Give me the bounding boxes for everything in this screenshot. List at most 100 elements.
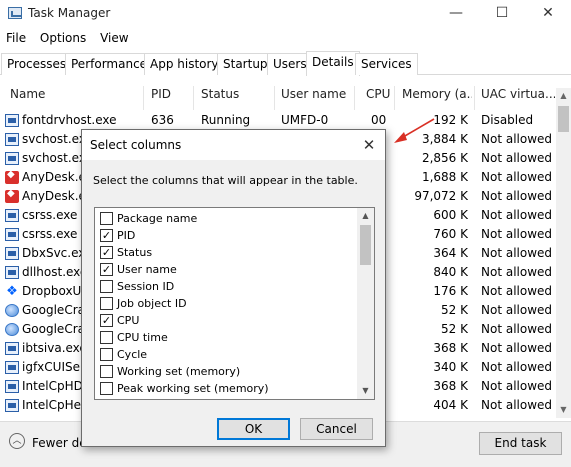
- column-header-user-name[interactable]: User name: [281, 87, 351, 109]
- dialog-close-icon[interactable]: ✕: [358, 135, 380, 155]
- anydesk-icon: [5, 188, 19, 203]
- ok-button[interactable]: OK: [217, 418, 290, 440]
- checkbox[interactable]: [100, 297, 113, 310]
- checkbox[interactable]: [100, 331, 113, 344]
- google-crash-icon: [5, 323, 19, 336]
- column-option-label: Package name: [117, 212, 198, 225]
- columns-listbox: Package name ✓ PID ✓ Status ✓ User name Session…: [94, 207, 375, 400]
- column-divider[interactable]: [143, 86, 144, 110]
- cell-uac: Not allowed: [481, 303, 553, 317]
- checkbox[interactable]: ✓: [100, 263, 113, 276]
- listbox-scroll-down-icon[interactable]: ▼: [357, 383, 374, 399]
- select-columns-dialog: Select columns ✕ Select the columns that…: [81, 129, 386, 447]
- cell-uac: Not allowed: [481, 379, 553, 393]
- cell-name: DbxSvc.exe: [22, 246, 82, 260]
- checkbox[interactable]: [100, 280, 113, 293]
- column-divider[interactable]: [354, 86, 355, 110]
- column-option-label: Job object ID: [117, 297, 187, 310]
- window-title: Task Manager: [28, 6, 111, 20]
- dialog-description: Select the columns that will appear in t…: [93, 174, 358, 187]
- column-header-name[interactable]: Name: [10, 87, 140, 109]
- end-task-button[interactable]: End task: [479, 432, 562, 455]
- table-scrollbar[interactable]: ▲ ▼: [556, 88, 571, 418]
- column-option[interactable]: Cycle: [95, 346, 357, 363]
- cell-uac: Not allowed: [481, 246, 553, 260]
- maximize-button[interactable]: ☐: [479, 0, 525, 28]
- title-bar: Task Manager — ☐ ✕: [0, 0, 571, 28]
- cell-name: svchost.exe: [22, 132, 82, 146]
- column-option[interactable]: ✓ User name: [95, 261, 357, 278]
- checkbox[interactable]: [100, 212, 113, 225]
- checkbox[interactable]: [100, 382, 113, 395]
- process-icon: [5, 342, 19, 355]
- column-divider[interactable]: [274, 86, 275, 110]
- column-option-label: Cycle: [117, 348, 148, 361]
- table-row[interactable]: fontdrvhost.exe 636 Running UMFD-0 00 192 K Di…: [0, 111, 556, 130]
- column-header-memory[interactable]: Memory (a...: [402, 87, 472, 109]
- column-option[interactable]: CPU time: [95, 329, 357, 346]
- column-option[interactable]: ✓ PID: [95, 227, 357, 244]
- cell-memory: 52 K: [441, 322, 468, 336]
- process-icon: [5, 133, 19, 146]
- column-option[interactable]: Session ID: [95, 278, 357, 295]
- cell-memory: 404 K: [433, 398, 468, 412]
- column-option[interactable]: Package name: [95, 210, 357, 227]
- minimize-button[interactable]: —: [433, 0, 479, 28]
- listbox-scrollbar[interactable]: ▲ ▼: [357, 208, 374, 399]
- checkbox[interactable]: ✓: [100, 246, 113, 259]
- tab-app-history[interactable]: App history: [144, 53, 225, 75]
- tab-startup[interactable]: Startup: [217, 53, 274, 75]
- cell-memory: 176 K: [433, 284, 468, 298]
- column-option[interactable]: ✓ CPU: [95, 312, 357, 329]
- cancel-button[interactable]: Cancel: [300, 418, 373, 440]
- cell-memory: 368 K: [433, 379, 468, 393]
- dropbox-icon: ❖: [6, 284, 18, 299]
- column-option[interactable]: Working set (memory): [95, 363, 357, 380]
- close-window-button[interactable]: ✕: [525, 0, 571, 28]
- cell-memory: 760 K: [433, 227, 468, 241]
- column-option[interactable]: Peak working set (memory): [95, 380, 357, 397]
- column-option[interactable]: Job object ID: [95, 295, 357, 312]
- cell-name: csrss.exe: [22, 208, 78, 222]
- column-option-label: Session ID: [117, 280, 175, 293]
- cell-name: DropboxUp: [22, 284, 82, 298]
- column-header-cpu[interactable]: CPU: [366, 87, 391, 109]
- column-option[interactable]: ✓ Status: [95, 244, 357, 261]
- column-header-status[interactable]: Status: [201, 87, 271, 109]
- menu-options[interactable]: Options: [34, 29, 86, 45]
- dialog-title-bar: Select columns ✕: [82, 130, 385, 160]
- cell-pid: 636: [151, 113, 174, 127]
- tab-services[interactable]: Services: [355, 53, 418, 75]
- scroll-thumb[interactable]: [558, 106, 569, 132]
- cell-name: dllhost.exe: [22, 265, 82, 279]
- checkbox[interactable]: ✓: [100, 229, 113, 242]
- scroll-down-icon[interactable]: ▼: [556, 402, 571, 418]
- menu-view[interactable]: View: [94, 29, 128, 45]
- column-divider[interactable]: [193, 86, 194, 110]
- tab-processes[interactable]: Processes: [1, 53, 73, 75]
- cell-uac: Disabled: [481, 113, 534, 127]
- checkbox[interactable]: [100, 365, 113, 378]
- cell-memory: 600 K: [433, 208, 468, 222]
- process-icon: [5, 399, 19, 412]
- checkbox[interactable]: [100, 348, 113, 361]
- cell-uac: Not allowed: [481, 322, 553, 336]
- listbox-scroll-thumb[interactable]: [360, 225, 371, 265]
- column-divider[interactable]: [474, 86, 475, 110]
- column-divider[interactable]: [394, 86, 395, 110]
- cell-name: csrss.exe: [22, 227, 78, 241]
- column-option-label: User name: [117, 263, 177, 276]
- process-icon: [5, 228, 19, 241]
- column-header-uac[interactable]: UAC virtua...: [481, 87, 555, 109]
- column-option-label: Status: [117, 246, 153, 259]
- tab-performance[interactable]: Performance: [65, 53, 154, 75]
- column-header-pid[interactable]: PID: [151, 87, 191, 109]
- menu-file[interactable]: File: [0, 29, 26, 45]
- column-option-label: Working set (memory): [117, 365, 241, 378]
- scroll-up-icon[interactable]: ▲: [556, 88, 571, 104]
- checkbox[interactable]: ✓: [100, 314, 113, 327]
- tab-details[interactable]: Details: [306, 51, 360, 76]
- chevron-up-icon[interactable]: ︿: [9, 433, 25, 449]
- cell-uac: Not allowed: [481, 151, 553, 165]
- listbox-scroll-up-icon[interactable]: ▲: [357, 208, 374, 224]
